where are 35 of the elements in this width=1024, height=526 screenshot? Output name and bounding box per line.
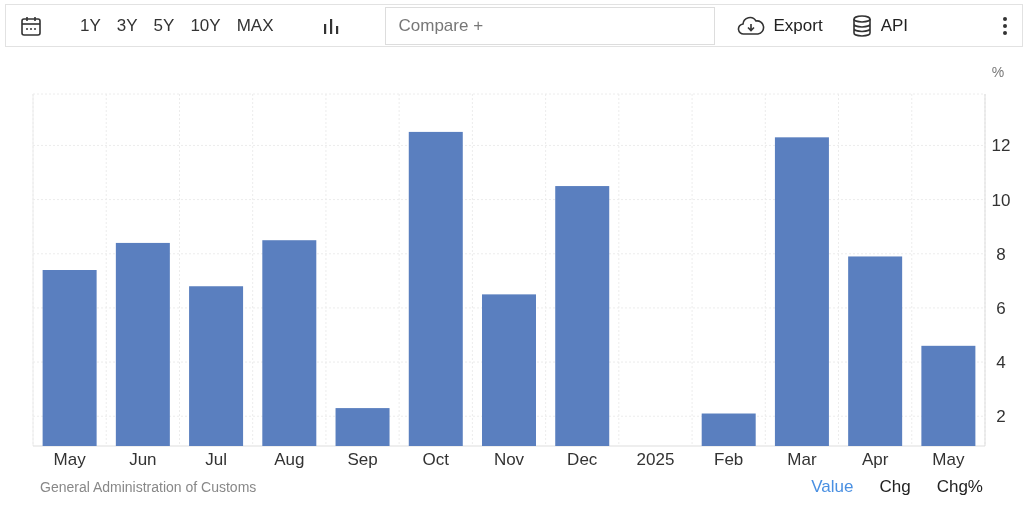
y-axis-label: 12 [991,136,1011,156]
y-axis-label: 2 [996,407,1006,427]
range-button[interactable]: 1Y [72,15,109,36]
x-axis-label: Oct [422,450,449,469]
x-axis-label: Sep [347,450,378,469]
y-axis-label: 10 [991,190,1011,210]
x-axis-label: 2025 [636,450,675,469]
y-axis-label: 6 [996,298,1006,318]
source-text: General Administration of Customs [40,479,257,495]
x-axis-label: Jun [129,450,157,469]
x-axis-label: Aug [274,450,305,469]
x-axis-label: Apr [861,450,889,469]
range-button[interactable]: MAX [228,15,282,36]
cloud-download-icon [737,14,766,37]
view-toggle[interactable]: Chg [869,477,921,497]
compare-field[interactable]: Compare + [385,6,716,45]
calendar-icon[interactable] [20,14,42,37]
x-axis-label: May [932,450,965,469]
range-button[interactable]: 10Y [182,15,229,36]
x-axis-label: Dec [567,450,598,469]
x-axis-label: Mar [787,450,817,469]
x-axis-label: Nov [493,450,525,469]
x-axis-label: Jul [205,450,227,469]
unit-label: % [991,64,1005,80]
api-button[interactable]: API [844,13,915,38]
export-button[interactable]: Export [731,14,829,37]
x-axis-label: May [53,450,86,469]
range-button[interactable]: 5Y [145,15,183,36]
database-icon [850,13,873,38]
y-axis-label: 4 [996,353,1006,373]
more-icon[interactable] [1002,15,1008,36]
view-toggle[interactable]: Chg% [926,477,993,497]
range-button[interactable]: 3Y [108,15,146,36]
x-axis-label: Feb [714,450,744,469]
y-axis-label: 8 [996,244,1006,264]
